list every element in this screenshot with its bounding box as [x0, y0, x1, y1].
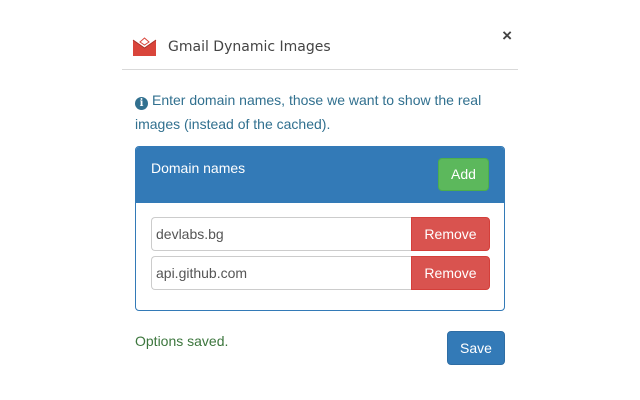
panel-heading: Domain names Add	[136, 147, 504, 203]
info-text: Enter domain names, those we want to sho…	[135, 92, 482, 132]
add-button[interactable]: Add	[438, 158, 489, 191]
status-message: Options saved.	[135, 333, 229, 349]
domain-input[interactable]	[151, 217, 411, 251]
app-title: Gmail Dynamic Images	[168, 39, 331, 55]
close-icon[interactable]: ×	[502, 27, 512, 44]
remove-button[interactable]: Remove	[411, 217, 490, 251]
panel-title: Domain names	[151, 160, 246, 176]
remove-button[interactable]: Remove	[411, 256, 490, 290]
domain-names-panel: Domain names Add Remove Remove	[135, 146, 505, 311]
gmail-envelope-icon	[132, 37, 157, 57]
domain-row: Remove	[151, 217, 490, 251]
domain-row: Remove	[151, 256, 490, 290]
domain-input[interactable]	[151, 256, 411, 290]
info-circle-icon: i	[135, 97, 148, 110]
info-message: i Enter domain names, those we want to sh…	[135, 88, 505, 136]
popup-header: Gmail Dynamic Images ×	[122, 27, 518, 70]
save-button[interactable]: Save	[447, 331, 505, 365]
